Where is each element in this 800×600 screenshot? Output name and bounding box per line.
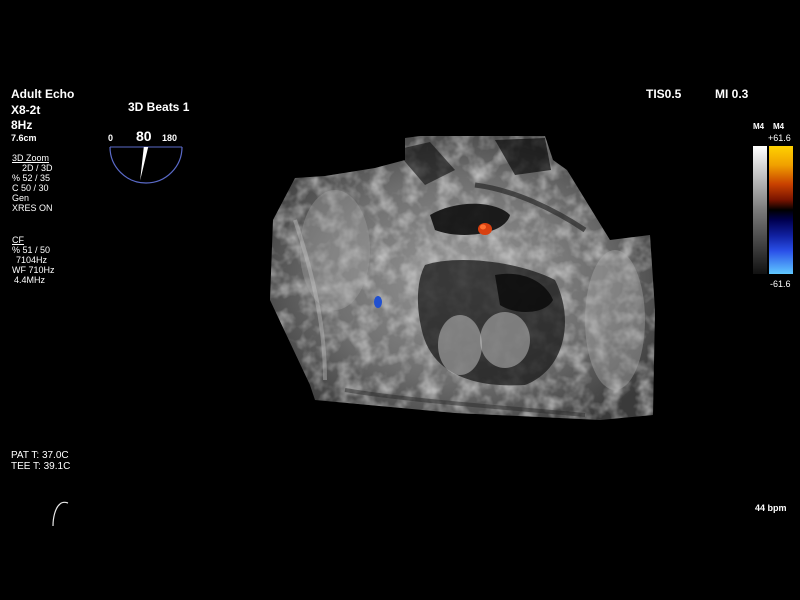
color-bar-max: +61.6 bbox=[768, 133, 791, 143]
probe-label: X8-2t bbox=[11, 103, 41, 117]
color-bar-min: -61.6 bbox=[770, 279, 791, 289]
zoom-setting-line: 2D / 3D bbox=[22, 163, 53, 173]
color-flow-scale bbox=[753, 146, 793, 274]
rotation-max-label: 180 bbox=[162, 133, 178, 143]
zoom-setting-line: XRES ON bbox=[12, 203, 53, 213]
tis-index: TIS0.5 bbox=[646, 87, 682, 101]
zoom-setting-line: Gen bbox=[12, 193, 30, 203]
rotation-needle-icon bbox=[140, 147, 149, 181]
mi-index: MI 0.3 bbox=[715, 87, 749, 101]
grayscale-map bbox=[753, 146, 767, 274]
cf-setting-line: 4.4MHz bbox=[14, 275, 46, 285]
zoom-section-title: 3D Zoom bbox=[12, 153, 50, 163]
cf-section-title: CF bbox=[12, 235, 24, 245]
rotation-gauge-icon bbox=[109, 146, 183, 184]
preset-label: Adult Echo bbox=[11, 87, 75, 101]
beats-label: 3D Beats 1 bbox=[128, 100, 190, 114]
patient-temperature: PAT T: 37.0C bbox=[11, 450, 69, 461]
tee-temperature: TEE T: 39.1C bbox=[11, 461, 71, 472]
zoom-settings-block: 3D Zoom 2D / 3D % 52 / 35 C 50 / 30 Gen … bbox=[12, 153, 53, 213]
heart-rate: 44 bpm bbox=[755, 503, 787, 513]
ecg-trace-icon bbox=[52, 501, 69, 527]
frame-rate-label: 8Hz bbox=[11, 118, 33, 132]
zoom-setting-line: C 50 / 30 bbox=[12, 183, 49, 193]
rotation-min-label: 0 bbox=[108, 133, 114, 143]
color-flow-settings-block: CF % 51 / 50 7104Hz WF 710Hz 4.4MHz bbox=[12, 235, 55, 285]
color-bar-label: M4 bbox=[753, 122, 765, 131]
temperature-block: PAT T: 37.0C TEE T: 39.1C bbox=[11, 450, 70, 472]
cf-setting-line: WF 710Hz bbox=[12, 265, 55, 275]
depth-label: 7.6cm bbox=[11, 133, 37, 143]
color-flow-red-highlight bbox=[480, 224, 486, 230]
cf-setting-line: % 51 / 50 bbox=[12, 245, 51, 255]
color-flow-blue bbox=[374, 296, 382, 308]
3d-volume-render bbox=[270, 136, 655, 420]
color-bar-label: M4 bbox=[773, 122, 785, 131]
rotation-value: 80 bbox=[136, 128, 152, 144]
color-flow-red bbox=[478, 223, 492, 235]
zoom-setting-line: % 52 / 35 bbox=[12, 173, 51, 183]
velocity-map bbox=[769, 146, 793, 274]
cf-setting-line: 7104Hz bbox=[16, 255, 48, 265]
